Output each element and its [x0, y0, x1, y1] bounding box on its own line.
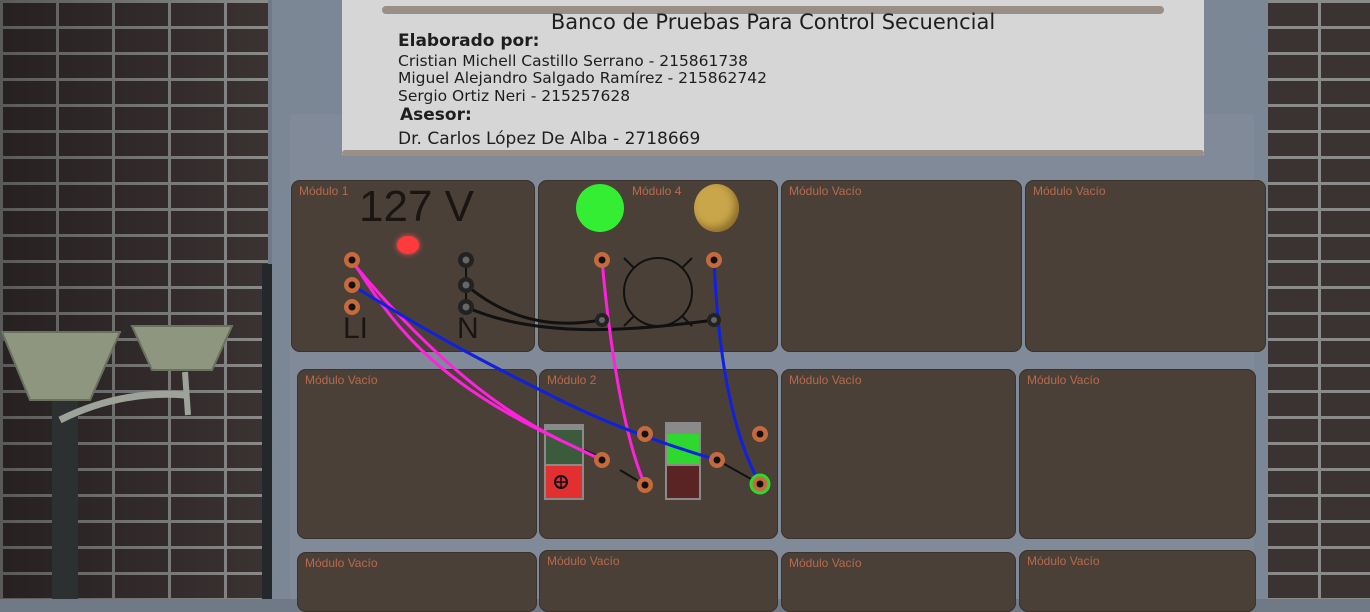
- terminal-stop-out[interactable]: [637, 477, 653, 493]
- terminal-neutral-2[interactable]: [458, 277, 474, 293]
- terminal-neutral-3[interactable]: [458, 299, 474, 315]
- terminal-stop-nc-b[interactable]: [594, 452, 610, 468]
- wiring-layer: [344, 252, 771, 500]
- start-pushbutton[interactable]: [665, 422, 701, 500]
- terminal-line-2[interactable]: [344, 277, 360, 293]
- terminal-neutral-1[interactable]: [458, 252, 474, 268]
- terminal-start-out-selected[interactable]: [749, 473, 771, 495]
- terminal-start-in[interactable]: [709, 452, 725, 468]
- terminal-yellow-lamp-a[interactable]: [706, 252, 722, 268]
- terminal-stop-nc-a[interactable]: [637, 426, 653, 442]
- terminal-start-no-a[interactable]: [752, 426, 768, 442]
- terminal-green-lamp-a[interactable]: [594, 252, 610, 268]
- terminal-green-lamp-b[interactable]: [595, 313, 609, 327]
- terminal-line-3[interactable]: [344, 299, 360, 315]
- lamp-symbol: [623, 257, 693, 327]
- terminal-line-1[interactable]: [344, 252, 360, 268]
- terminal-yellow-lamp-b[interactable]: [707, 313, 721, 327]
